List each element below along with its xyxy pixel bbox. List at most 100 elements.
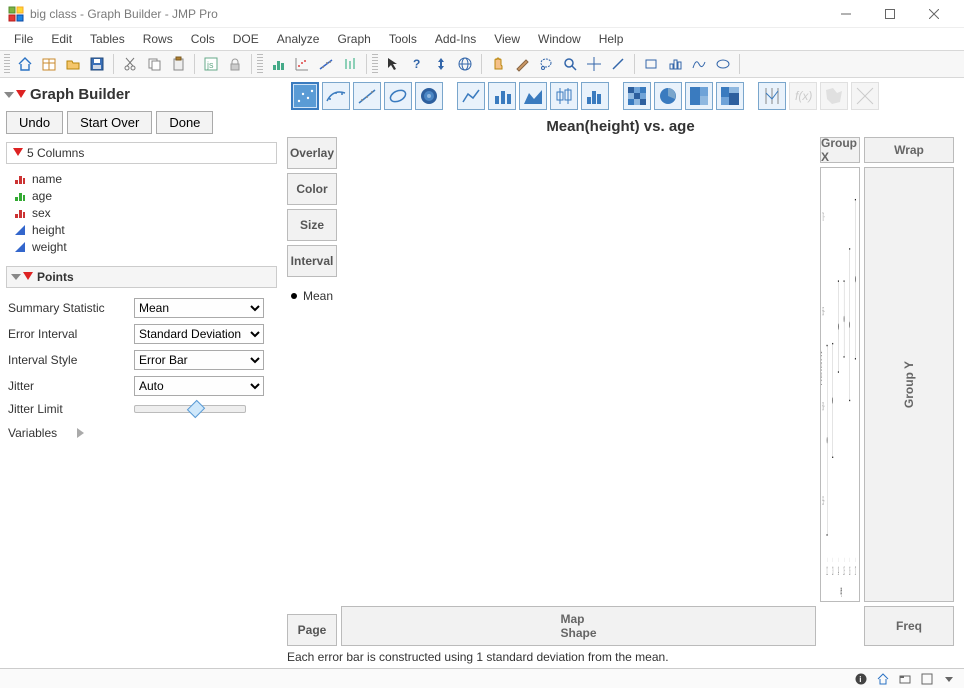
menu-addins[interactable]: Add-Ins — [427, 30, 484, 48]
menu-rows[interactable]: Rows — [135, 30, 181, 48]
boxplot-icon[interactable] — [550, 82, 578, 110]
menu-view[interactable]: View — [486, 30, 528, 48]
overlay-zone[interactable]: Overlay — [287, 137, 337, 169]
points-header[interactable]: Points — [6, 266, 277, 288]
done-button[interactable]: Done — [156, 111, 213, 134]
line-chart-icon[interactable] — [457, 82, 485, 110]
legend-item-mean[interactable]: Mean — [291, 289, 333, 303]
column-weight[interactable]: weight — [14, 240, 275, 254]
variables-row[interactable]: Variables — [6, 426, 277, 440]
pie-icon[interactable] — [654, 82, 682, 110]
anova-icon[interactable] — [339, 53, 361, 75]
menu-window[interactable]: Window — [530, 30, 589, 48]
toolbar-grip[interactable] — [4, 54, 10, 74]
interval-zone[interactable]: Interval — [287, 245, 337, 277]
home-icon[interactable] — [14, 53, 36, 75]
menu-tools[interactable]: Tools — [381, 30, 425, 48]
shape-curve-icon[interactable] — [688, 53, 710, 75]
minimize-button[interactable] — [824, 0, 868, 28]
bar-chart-icon[interactable] — [488, 82, 516, 110]
menu-cols[interactable]: Cols — [183, 30, 223, 48]
area-chart-icon[interactable] — [519, 82, 547, 110]
shape-rect-icon[interactable] — [640, 53, 662, 75]
maximize-button[interactable] — [868, 0, 912, 28]
summary-select[interactable]: Mean — [134, 298, 264, 318]
heatmap-icon[interactable] — [623, 82, 651, 110]
paste-icon[interactable] — [167, 53, 189, 75]
menu-graph[interactable]: Graph — [329, 30, 378, 48]
group-y-zone[interactable]: Group Y — [864, 167, 954, 602]
error-select[interactable]: Standard Deviation — [134, 324, 264, 344]
expand-triangle-icon[interactable] — [77, 428, 84, 438]
column-sex[interactable]: sex — [14, 206, 275, 220]
lasso-icon[interactable] — [535, 53, 557, 75]
cut-icon[interactable] — [119, 53, 141, 75]
ellipse-icon[interactable] — [384, 82, 412, 110]
window-icon[interactable] — [920, 672, 934, 686]
column-age[interactable]: age — [14, 189, 275, 203]
script-icon[interactable]: js — [200, 53, 222, 75]
column-name[interactable]: name — [14, 172, 275, 186]
menu-tables[interactable]: Tables — [82, 30, 133, 48]
undo-button[interactable]: Undo — [6, 111, 63, 134]
menu-file[interactable]: File — [6, 30, 41, 48]
lock-icon[interactable] — [224, 53, 246, 75]
menu-help[interactable]: Help — [591, 30, 632, 48]
wrap-zone[interactable]: Wrap — [864, 137, 954, 163]
globe-icon[interactable] — [454, 53, 476, 75]
fit-y-by-x-icon[interactable] — [291, 53, 313, 75]
menu-doe[interactable]: DOE — [225, 30, 267, 48]
help-icon[interactable]: ? — [406, 53, 428, 75]
tab-icon[interactable] — [898, 672, 912, 686]
toolbar-grip-3[interactable] — [372, 54, 378, 74]
group-x-zone[interactable]: Group X — [820, 137, 860, 163]
plot-area[interactable]: 55606570121314151617ageheight — [820, 167, 860, 602]
distribution-icon[interactable] — [267, 53, 289, 75]
start-over-button[interactable]: Start Over — [67, 111, 152, 134]
dropdown-icon[interactable] — [942, 672, 956, 686]
annotate-icon[interactable] — [607, 53, 629, 75]
arrow-icon[interactable] — [382, 53, 404, 75]
jitter-select[interactable]: Auto — [134, 376, 264, 396]
menu-edit[interactable]: Edit — [43, 30, 80, 48]
open-icon[interactable] — [62, 53, 84, 75]
parallel-icon[interactable] — [758, 82, 786, 110]
graph-builder-header[interactable]: Graph Builder — [6, 84, 277, 107]
smoother-chart-icon[interactable] — [322, 82, 350, 110]
columns-header[interactable]: 5 Columns — [6, 142, 277, 164]
line-of-fit-icon[interactable] — [353, 82, 381, 110]
info-icon[interactable]: i — [854, 672, 868, 686]
brush-icon[interactable] — [511, 53, 533, 75]
save-icon[interactable] — [86, 53, 108, 75]
disclosure-triangle-icon[interactable] — [11, 274, 21, 280]
freq-zone[interactable]: Freq — [864, 606, 954, 646]
shape-histogram-icon[interactable] — [664, 53, 686, 75]
column-height[interactable]: height — [14, 223, 275, 237]
red-triangle-icon[interactable] — [16, 90, 26, 100]
size-zone[interactable]: Size — [287, 209, 337, 241]
shape-oval-icon[interactable] — [712, 53, 734, 75]
contour-icon[interactable] — [415, 82, 443, 110]
points-chart-icon[interactable] — [291, 82, 319, 110]
home-small-icon[interactable] — [876, 672, 890, 686]
crosshair-icon[interactable] — [583, 53, 605, 75]
treemap-icon[interactable] — [685, 82, 713, 110]
mosaic-icon[interactable] — [716, 82, 744, 110]
disclosure-triangle-icon[interactable] — [4, 92, 14, 98]
magnifier-icon[interactable] — [559, 53, 581, 75]
page-zone[interactable]: Page — [287, 614, 337, 646]
menu-analyze[interactable]: Analyze — [269, 30, 328, 48]
histogram-icon[interactable] — [581, 82, 609, 110]
copy-icon[interactable] — [143, 53, 165, 75]
toolbar-grip-2[interactable] — [257, 54, 263, 74]
fit-model-icon[interactable] — [315, 53, 337, 75]
map-shape-zone[interactable]: Map Shape — [341, 606, 816, 646]
red-triangle-icon[interactable] — [13, 148, 23, 158]
close-button[interactable] — [912, 0, 956, 28]
color-zone[interactable]: Color — [287, 173, 337, 205]
style-select[interactable]: Error Bar — [134, 350, 264, 370]
red-triangle-icon[interactable] — [23, 272, 33, 282]
jitter-limit-slider[interactable] — [134, 405, 246, 413]
new-table-icon[interactable] — [38, 53, 60, 75]
hand-icon[interactable] — [487, 53, 509, 75]
